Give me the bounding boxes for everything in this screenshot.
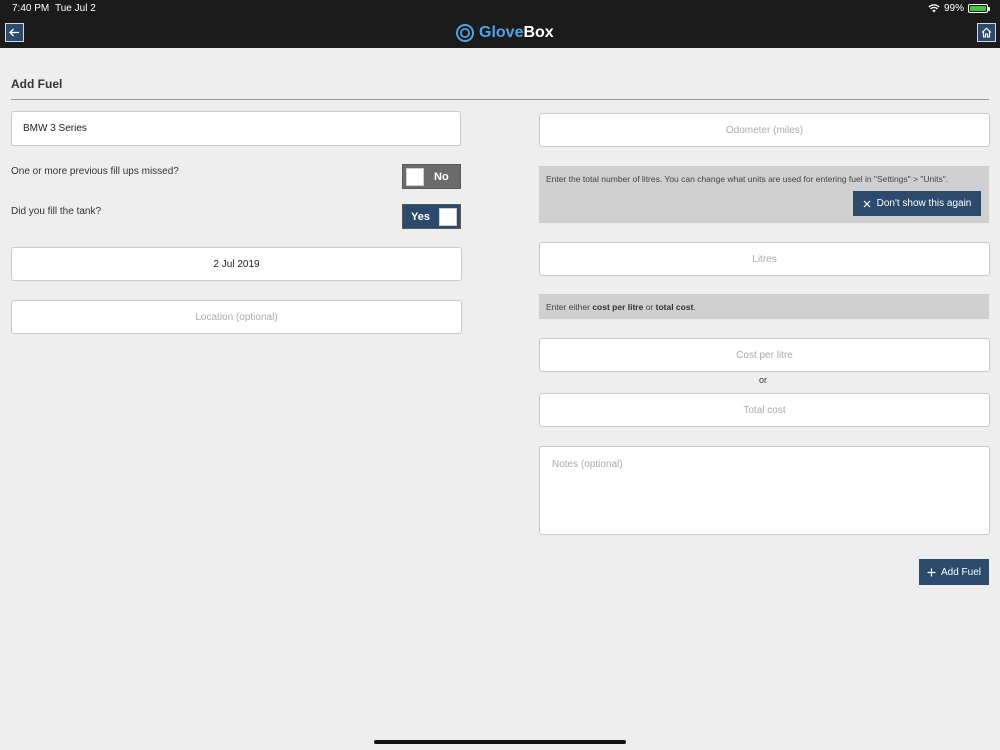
notes-placeholder: Notes (optional) [552,459,623,470]
status-bar: 7:40 PM Tue Jul 2 99% [0,0,1000,18]
wifi-icon [928,4,940,13]
cost-per-litre-placeholder: Cost per litre [736,349,793,361]
notes-textarea[interactable]: Notes (optional) [539,446,990,535]
toggle-knob [439,207,457,226]
vehicle-value: BMW 3 Series [23,123,87,134]
filled-tank-label: Did you fill the tank? [11,206,102,217]
page-title: Add Fuel [11,77,63,91]
app-logo: GloveBox [455,23,554,43]
cost-info-mid: or [643,302,656,312]
glovebox-logo-icon [456,24,474,42]
dont-show-again-button[interactable]: Don't show this again [853,191,981,216]
vehicle-select[interactable]: BMW 3 Series [11,111,461,146]
home-indicator[interactable] [374,740,626,744]
or-label: or [759,375,768,385]
cost-info-banner: Enter either cost per litre or total cos… [539,294,989,319]
cost-info-bold-2: total cost [655,302,694,312]
missed-fillups-toggle[interactable]: No [402,164,461,189]
toggle-text: Yes [411,210,430,223]
total-cost-input[interactable]: Total cost [539,393,990,427]
battery-icon [968,4,990,13]
logo-text-glove: Glove [479,24,524,41]
logo-text-box: Box [523,24,554,41]
cost-info-suffix: . [693,302,696,312]
date-value: 2 Jul 2019 [213,258,260,270]
plus-icon [927,568,936,576]
odometer-input[interactable]: Odometer (miles) [539,113,990,147]
dismiss-label: Don't show this again [876,198,972,209]
status-date: Tue Jul 2 [55,3,96,14]
litres-info-text: Enter the total number of litres. You ca… [546,174,949,184]
status-right: 99% [928,3,990,14]
cost-info-bold-1: cost per litre [592,302,644,312]
missed-fillups-label: One or more previous fill ups missed? [11,166,179,177]
status-time: 7:40 PM [12,3,50,14]
nav-bar: GloveBox [0,18,1000,48]
add-fuel-button[interactable]: Add Fuel [919,559,989,585]
arrow-left-icon [9,28,19,37]
location-input[interactable]: Location (optional) [11,300,462,334]
odometer-placeholder: Odometer (miles) [725,124,804,136]
back-button[interactable] [5,23,24,42]
litres-input[interactable]: Litres [539,242,990,276]
total-cost-placeholder: Total cost [743,404,786,416]
battery-percent: 99% [943,3,964,14]
close-icon [863,200,871,207]
add-fuel-label: Add Fuel [940,566,982,578]
location-placeholder: Location (optional) [195,311,278,323]
title-divider [11,99,989,100]
home-icon [981,27,992,38]
cost-info-prefix: Enter either [546,302,593,312]
filled-tank-toggle[interactable]: Yes [402,204,461,229]
toggle-text: No [434,170,449,183]
toggle-knob [406,167,424,186]
litres-placeholder: Litres [752,253,777,265]
home-button[interactable] [977,23,996,42]
date-field[interactable]: 2 Jul 2019 [11,247,462,281]
cost-per-litre-input[interactable]: Cost per litre [539,338,990,372]
